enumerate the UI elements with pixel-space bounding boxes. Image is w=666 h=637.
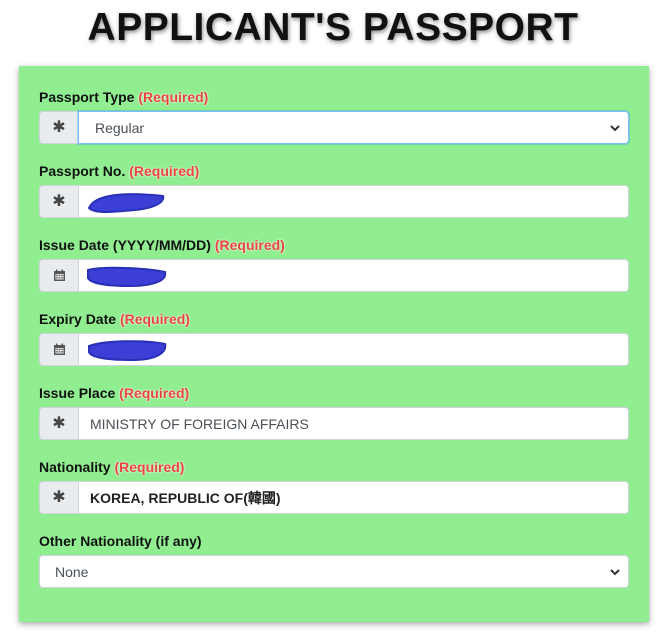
chevron-down-icon: [610, 568, 620, 575]
issue-date-row: [39, 259, 629, 292]
passport-type-select[interactable]: Regular: [78, 111, 629, 144]
issue-date-input[interactable]: [78, 259, 629, 292]
required-marker: (Required): [129, 163, 200, 179]
nationality-input[interactable]: KOREA, REPUBLIC OF(韓國): [78, 481, 629, 514]
required-marker: (Required): [119, 311, 190, 327]
asterisk-icon: ✱: [39, 111, 78, 144]
passport-no-label: Passport No. (Required): [39, 163, 200, 179]
other-nationality-label: Other Nationality (if any): [39, 533, 202, 549]
expiry-date-label: Expiry Date (Required): [39, 311, 190, 327]
nationality-row: ✱ KOREA, REPUBLIC OF(韓國): [39, 481, 629, 514]
passport-no-row: ✱: [39, 185, 629, 218]
passport-no-input[interactable]: [78, 185, 629, 218]
issue-place-label: Issue Place (Required): [39, 385, 190, 401]
expiry-date-input[interactable]: [78, 333, 629, 366]
required-marker: (Required): [114, 459, 185, 475]
required-marker: (Required): [119, 385, 190, 401]
redaction-scribble: [87, 266, 167, 288]
passport-type-label: Passport Type (Required): [39, 89, 209, 105]
asterisk-icon: ✱: [39, 481, 78, 514]
issue-date-label: Issue Date (YYYY/MM/DD) (Required): [39, 237, 285, 253]
issue-place-input[interactable]: MINISTRY OF FOREIGN AFFAIRS: [78, 407, 629, 440]
passport-form-panel: Passport Type (Required) ✱ Regular Passp…: [19, 66, 649, 622]
nationality-label: Nationality (Required): [39, 459, 185, 475]
issue-place-row: ✱ MINISTRY OF FOREIGN AFFAIRS: [39, 407, 629, 440]
required-marker: (Required): [214, 237, 285, 253]
other-nationality-select[interactable]: None: [39, 555, 629, 588]
passport-type-row: ✱ Regular: [39, 111, 629, 144]
calendar-icon: [39, 333, 78, 366]
redaction-scribble: [88, 340, 167, 362]
calendar-icon: [39, 259, 78, 292]
other-nationality-row: None: [39, 555, 629, 588]
asterisk-icon: ✱: [39, 407, 78, 440]
redaction-scribble: [87, 193, 165, 213]
asterisk-icon: ✱: [39, 185, 78, 218]
expiry-date-row: [39, 333, 629, 366]
page-title: APPLICANT'S PASSPORT: [87, 6, 579, 49]
required-marker: (Required): [138, 89, 209, 105]
chevron-down-icon: [610, 124, 620, 131]
